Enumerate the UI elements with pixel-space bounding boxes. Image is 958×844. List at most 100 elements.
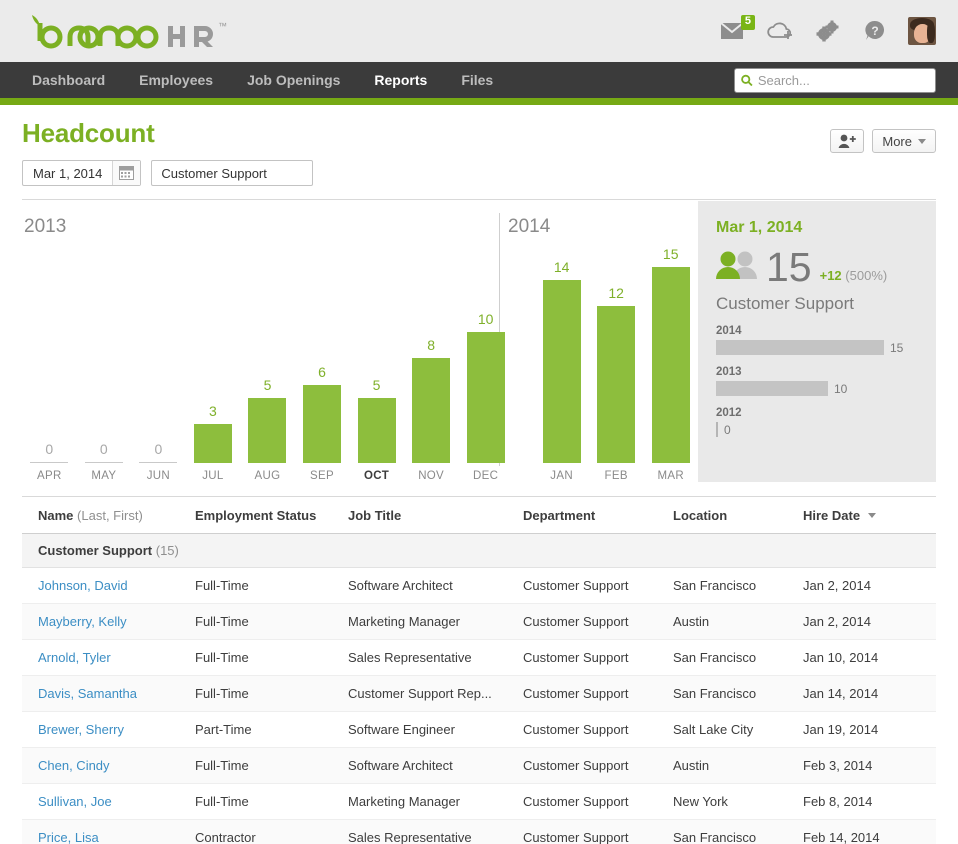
help-icon[interactable]: ? <box>864 20 886 42</box>
chart-bar-label: JUN <box>146 470 170 482</box>
column-header-location[interactable]: Location <box>673 497 803 534</box>
employee-link[interactable]: Chen, Cindy <box>38 758 110 773</box>
chart-bar-dec[interactable]: 10 DEC <box>458 199 513 482</box>
chart-bar-jan[interactable]: 14 JAN <box>534 199 589 482</box>
summary-year-label: 2013 <box>716 366 742 378</box>
main-nav: Dashboard Employees Job Openings Reports… <box>0 62 958 98</box>
svg-text:™: ™ <box>218 21 227 31</box>
cell-employment-status: Full-Time <box>195 783 348 820</box>
nav-item-dashboard[interactable]: Dashboard <box>32 62 105 98</box>
chart-bar-rect <box>412 358 451 463</box>
chart-bar-jul[interactable]: 3 JUL <box>186 199 241 482</box>
summary-delta: +12 (500%) <box>820 268 888 283</box>
department-filter[interactable]: Customer Support <box>151 160 314 186</box>
group-row-customer-support: Customer Support (15) <box>22 533 936 568</box>
column-header-job-title[interactable]: Job Title <box>348 497 523 534</box>
gears-icon[interactable] <box>816 20 842 42</box>
summary-year-bar-row: 15 <box>716 340 918 355</box>
chart-bar-value: 12 <box>608 285 624 301</box>
add-person-button[interactable] <box>830 129 865 153</box>
cell-employment-status: Contractor <box>195 819 348 844</box>
chart-bar-oct[interactable]: 5 OCT <box>349 199 404 482</box>
column-header-name[interactable]: Name (Last, First) <box>22 497 195 534</box>
summary-year-label: 2014 <box>716 325 742 337</box>
chart-bar-mar[interactable]: 15 MAR <box>643 199 698 482</box>
mail-icon[interactable]: 5 <box>720 15 755 40</box>
summary-year-bar-row: 10 <box>716 381 918 396</box>
cell-employee-name: Arnold, Tyler <box>22 639 195 676</box>
chart-bar-aug[interactable]: 5 AUG <box>240 199 295 482</box>
chart-bar-apr[interactable]: 0 APR <box>22 199 77 482</box>
nav-item-files[interactable]: Files <box>461 62 493 98</box>
cell-employment-status: Part-Time <box>195 711 348 748</box>
calendar-icon[interactable] <box>112 161 141 185</box>
employee-link[interactable]: Sullivan, Joe <box>38 794 112 809</box>
chart-bar-label: MAR <box>657 470 684 482</box>
search-input[interactable] <box>757 73 929 88</box>
chart-bar-feb[interactable]: 12 FEB <box>589 199 644 482</box>
summary-year-label: 2012 <box>716 407 742 419</box>
table-row[interactable]: Sullivan, Joe Full-Time Marketing Manager C… <box>22 783 936 820</box>
more-button-label: More <box>882 133 912 149</box>
cell-employment-status: Full-Time <box>195 639 348 676</box>
avatar[interactable] <box>908 17 936 45</box>
cell-department: Customer Support <box>523 819 673 844</box>
cell-job-title: Sales Representative <box>348 639 523 676</box>
search-box[interactable] <box>734 68 936 93</box>
employee-link[interactable]: Brewer, Sherry <box>38 722 124 737</box>
cell-job-title: Marketing Manager <box>348 603 523 640</box>
table-row[interactable]: Brewer, Sherry Part-Time Software Engineer… <box>22 711 936 748</box>
column-header-hire-date[interactable]: Hire Date <box>803 497 936 534</box>
chart-bar-rect <box>357 398 396 463</box>
cell-hire-date: Jan 2, 2014 <box>803 567 936 604</box>
chart-bar-label: SEP <box>310 470 334 482</box>
chart-bar-jun[interactable]: 0 JUN <box>131 199 186 482</box>
sort-descending-icon <box>867 513 876 518</box>
chart-bar-value: 15 <box>662 246 679 262</box>
chart-section: 2013 2014 0 APR 0 MAY 0 JUN 3 JUL 5 AUG 6 SEP 5 OCT 8 N… <box>22 199 936 482</box>
chart-bar-sep[interactable]: 6 SEP <box>295 199 350 482</box>
employee-link[interactable]: Price, Lisa <box>38 830 99 844</box>
summary-year-bar <box>716 340 884 355</box>
bamboohr-logo[interactable]: ™ <box>22 11 237 51</box>
nav-item-reports[interactable]: Reports <box>374 62 427 98</box>
cell-hire-date: Feb 8, 2014 <box>803 783 936 820</box>
chart-bar-rect <box>651 267 690 463</box>
column-header-name-sub: (Last, First) <box>77 508 143 523</box>
cell-location: San Francisco <box>673 675 803 712</box>
nav-item-job-openings[interactable]: Job Openings <box>247 62 340 98</box>
cell-employee-name: Davis, Samantha <box>22 675 195 712</box>
column-header-status[interactable]: Employment Status <box>195 497 348 534</box>
employee-link[interactable]: Arnold, Tyler <box>38 650 111 665</box>
table-row[interactable]: Davis, Samantha Full-Time Customer Support… <box>22 675 936 712</box>
nav-accent-rule <box>0 98 958 105</box>
top-bar: ™ 5 ? <box>0 0 958 62</box>
employee-link[interactable]: Johnson, David <box>38 578 128 593</box>
chart-bar-rect <box>303 385 341 463</box>
table-row[interactable]: Price, Lisa Contractor Sales Representativ… <box>22 819 936 844</box>
chart-bar-may[interactable]: 0 MAY <box>77 199 132 482</box>
employee-link[interactable]: Davis, Samantha <box>38 686 137 701</box>
summary-year-value: 15 <box>890 340 904 355</box>
cloud-upload-icon[interactable] <box>766 21 794 41</box>
column-header-department[interactable]: Department <box>523 497 673 534</box>
table-row[interactable]: Mayberry, Kelly Full-Time Marketing Manage… <box>22 603 936 640</box>
table-row[interactable]: Chen, Cindy Full-Time Software Architect Cu… <box>22 747 936 784</box>
chart-bar-nov[interactable]: 8 NOV <box>404 199 459 482</box>
nav-item-employees[interactable]: Employees <box>139 62 213 98</box>
date-filter[interactable]: Mar 1, 2014 <box>22 160 142 186</box>
cell-employee-name: Price, Lisa <box>22 819 195 844</box>
employee-link[interactable]: Mayberry, Kelly <box>38 614 127 629</box>
report-filters: Mar 1, 2014 Customer Support <box>22 160 936 186</box>
table-row[interactable]: Arnold, Tyler Full-Time Sales Representati… <box>22 639 936 676</box>
table-row[interactable]: Johnson, David Full-Time Software Architec… <box>22 567 936 604</box>
cell-employment-status: Full-Time <box>195 567 348 604</box>
page-header: Headcount Mar 1, 2014 Customer Support M… <box>0 105 958 186</box>
chart-bar-label: JUL <box>202 470 224 482</box>
cell-location: Austin <box>673 747 803 784</box>
more-button[interactable]: More <box>872 129 936 153</box>
chart-bar-label: FEB <box>604 470 628 482</box>
chart-bar-label: AUG <box>254 470 281 482</box>
summary-year-bar <box>716 381 828 396</box>
cell-hire-date: Jan 19, 2014 <box>803 711 936 748</box>
